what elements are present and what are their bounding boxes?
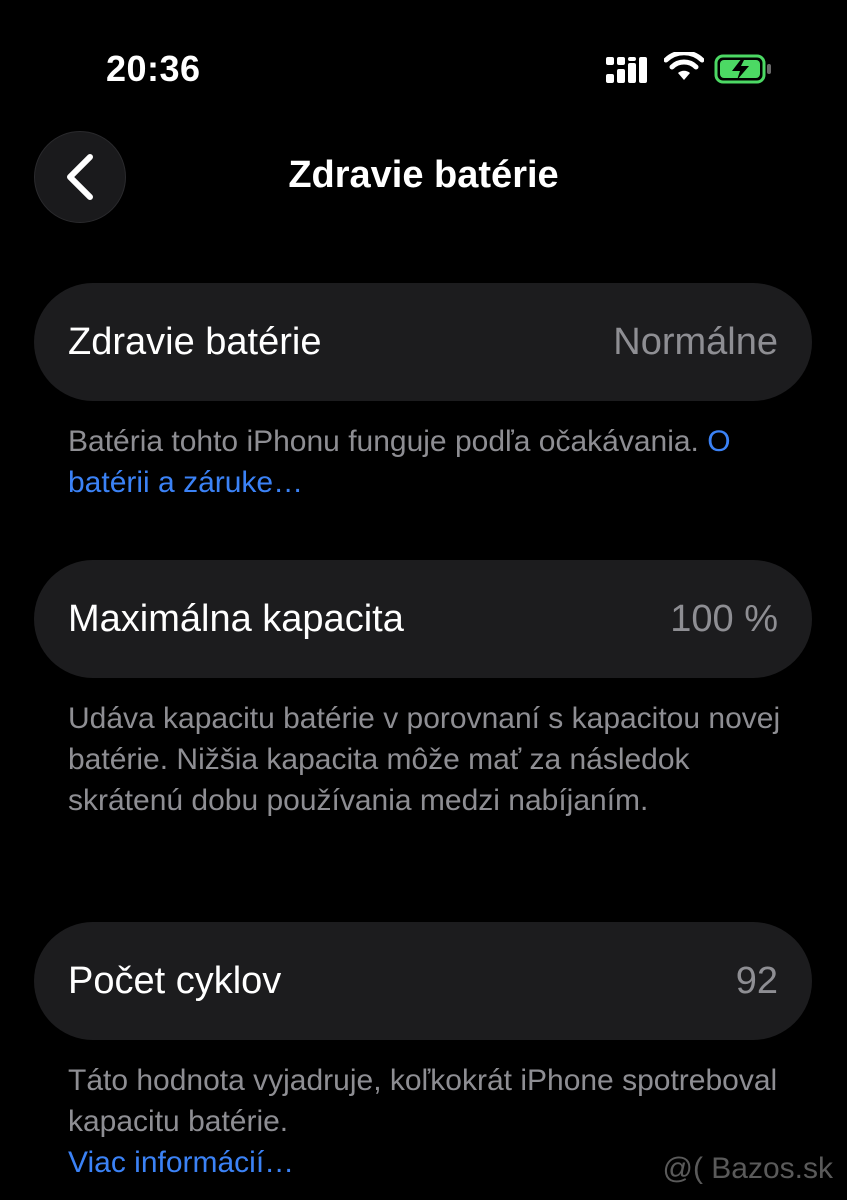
max-capacity-footer: Udáva kapacitu batérie v porovnaní s kap…	[68, 698, 788, 821]
max-capacity-footer-text: Udáva kapacitu batérie v porovnaní s kap…	[68, 702, 781, 817]
battery-health-value: Normálne	[613, 320, 778, 363]
watermark: @( Bazos.sk	[662, 1152, 834, 1185]
status-time: 20:36	[106, 48, 201, 89]
battery-charging-icon	[714, 54, 771, 84]
status-bar: 20:36	[0, 0, 847, 130]
cycle-count-footer-text: Táto hodnota vyjadruje, koľkokrát iPhone…	[68, 1064, 778, 1138]
cycle-count-label: Počet cyklov	[68, 959, 282, 1002]
signal-icon	[606, 57, 647, 83]
cycle-count-value: 92	[735, 959, 778, 1002]
battery-health-footer-text: Batéria tohto iPhonu funguje podľa očaká…	[68, 425, 708, 458]
status-icons	[604, 50, 774, 90]
wifi-icon	[664, 52, 704, 80]
max-capacity-value: 100 %	[670, 597, 778, 640]
battery-health-label: Zdravie batérie	[68, 320, 322, 363]
battery-health-row: Zdravie batérie Normálne	[34, 283, 812, 401]
max-capacity-row: Maximálna kapacita 100 %	[34, 560, 812, 678]
max-capacity-label: Maximálna kapacita	[68, 597, 404, 640]
page-title: Zdravie batérie	[288, 154, 559, 196]
battery-health-footer: Batéria tohto iPhonu funguje podľa očaká…	[68, 421, 788, 503]
cycle-count-row: Počet cyklov 92	[34, 922, 812, 1040]
